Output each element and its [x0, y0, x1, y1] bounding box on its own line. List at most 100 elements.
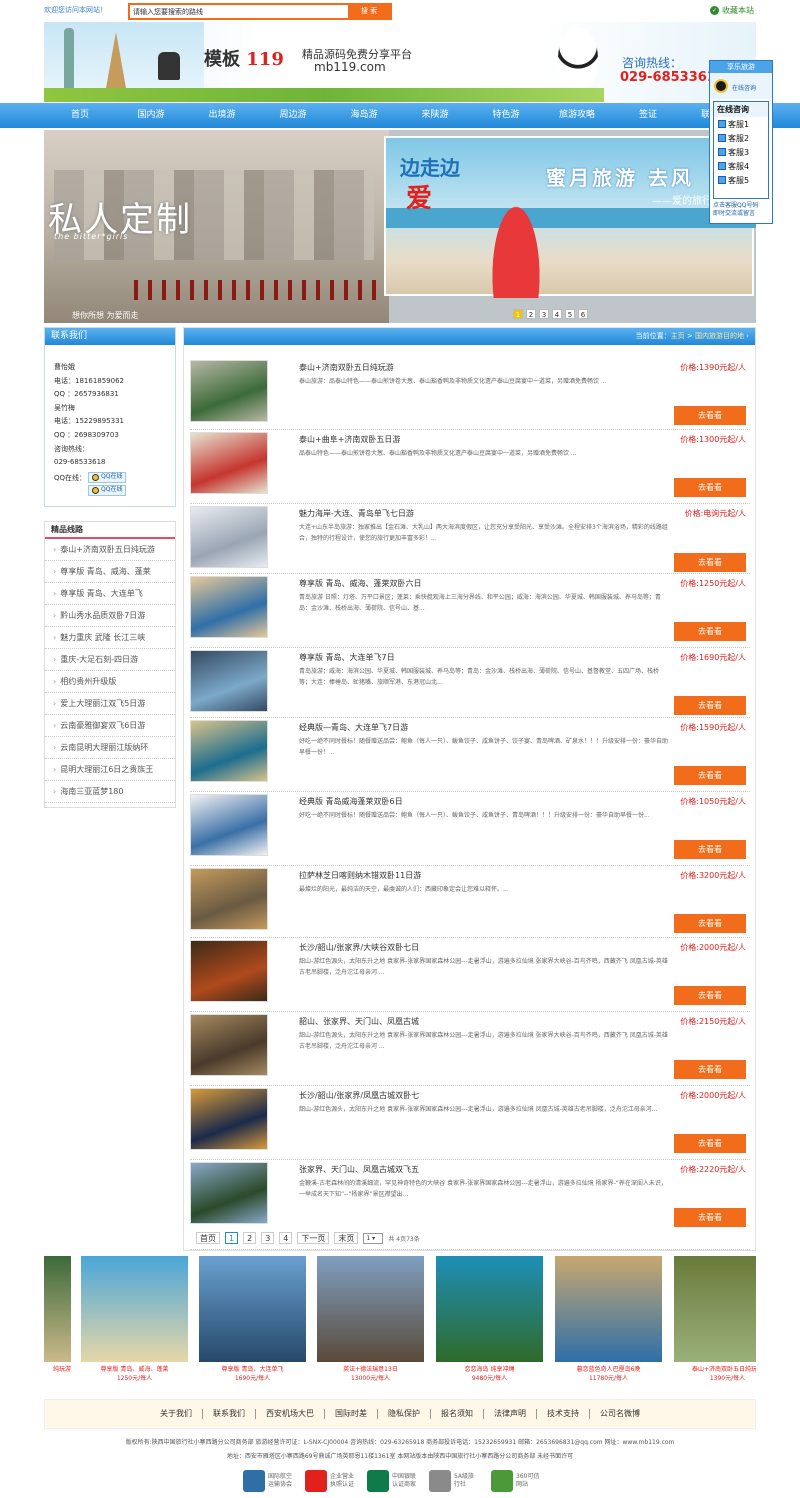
gallery-item[interactable]: 恋恋海岛 纯享冲绳 9480元/每人 [436, 1256, 543, 1382]
view-details-button[interactable]: 去看看 [674, 1208, 746, 1227]
product-title[interactable]: 长沙/韶山/张家界/凤凰古城双卧七 [299, 1090, 629, 1101]
gallery-item[interactable]: 暮恋蓝色奇人巴厘岛6晚 11780元/每人 [555, 1256, 662, 1382]
gallery-name[interactable]: 纯玩游 [44, 1364, 71, 1373]
gallery-item[interactable]: 尊享版 青岛、大连单飞 1690元/每人 [199, 1256, 306, 1382]
footer-link[interactable]: 联系我们 [203, 1409, 256, 1419]
product-title[interactable]: 韶山、张家界、天门山、凤凰古城 [299, 1016, 629, 1027]
gallery-item[interactable]: 泰山+济南双卧五日纯玩游 1390元/每人 [674, 1256, 756, 1382]
gallery-item[interactable]: 纯玩游 [44, 1256, 71, 1373]
gallery-image[interactable] [317, 1256, 424, 1362]
page-number[interactable]: 1 [225, 1232, 239, 1244]
gallery-image[interactable] [674, 1256, 756, 1362]
qq-agent[interactable]: 客服4 [714, 159, 768, 173]
nav-item-shaanxi[interactable]: 来陕游 [400, 103, 470, 128]
view-details-button[interactable]: 去看看 [674, 478, 746, 497]
nav-item-special[interactable]: 特色游 [471, 103, 541, 128]
breadcrumb-current[interactable]: 国内旅游目的地 [695, 332, 744, 340]
product-thumbnail[interactable] [190, 650, 268, 712]
view-details-button[interactable]: 去看看 [674, 914, 746, 933]
gallery-name[interactable]: 尊享版 青岛、威海、蓬莱 [81, 1364, 188, 1373]
route-link[interactable]: 云南豪雅御宴双飞6日游 [45, 715, 175, 737]
footer-link[interactable]: 国际时差 [325, 1409, 378, 1419]
qq-chat-button[interactable]: QQ在线 [88, 471, 127, 483]
product-thumbnail[interactable] [190, 794, 268, 856]
nav-item-home[interactable]: 首页 [45, 103, 115, 128]
product-thumbnail[interactable] [190, 432, 268, 494]
hero-slider[interactable]: 私人定制 the bitter*girls 想你所想 为爱而走 边走边 爱 蜜月… [44, 130, 756, 323]
footer-link[interactable]: 西安机场大巴 [256, 1409, 325, 1419]
page-first[interactable]: 首页 [196, 1232, 220, 1244]
route-link[interactable]: 泰山+济南双卧五日纯玩游 [45, 539, 175, 561]
product-thumbnail[interactable] [190, 868, 268, 930]
product-thumbnail[interactable] [190, 360, 268, 422]
trust-badge[interactable]: 中国银联 认证商家 [367, 1468, 419, 1494]
product-title[interactable]: 泰山+曲阜+济南双卧五日游 [299, 434, 629, 445]
gallery-image[interactable] [199, 1256, 306, 1362]
nav-item-island[interactable]: 海岛游 [329, 103, 399, 128]
product-title[interactable]: 张家界、天门山、凤凰古城双飞五 [299, 1164, 629, 1175]
view-details-button[interactable]: 去看看 [674, 1134, 746, 1153]
qq-agent[interactable]: 客服5 [714, 173, 768, 187]
product-title[interactable]: 尊享版 青岛、威海、蓬莱双卧六日 [299, 578, 629, 589]
slider-page[interactable]: 3 [539, 309, 549, 319]
route-link[interactable]: 相约贵州升级版 [45, 671, 175, 693]
product-thumbnail[interactable] [190, 1088, 268, 1150]
view-details-button[interactable]: 去看看 [674, 406, 746, 425]
route-link[interactable]: 尊享版 青岛、威海、蓬莱 [45, 561, 175, 583]
page-number[interactable]: 2 [243, 1232, 257, 1244]
trust-badge[interactable]: 5A级旅 行社 [429, 1468, 481, 1494]
product-title[interactable]: 尊享版 青岛、大连单飞7日 [299, 652, 629, 663]
product-thumbnail[interactable] [190, 1014, 268, 1076]
gallery-name[interactable]: 暮恋蓝色奇人巴厘岛6晚 [555, 1364, 662, 1373]
search-input[interactable] [131, 6, 349, 17]
product-thumbnail[interactable] [190, 506, 268, 568]
route-link[interactable]: 云南昆明大理丽江版纳环 [45, 737, 175, 759]
view-details-button[interactable]: 去看看 [674, 553, 746, 572]
product-title[interactable]: 经典版—青岛、大连单飞7日游 [299, 722, 629, 733]
gallery-image[interactable] [81, 1256, 188, 1362]
breadcrumb-home[interactable]: 主页 [671, 332, 685, 340]
product-title[interactable]: 魅力海岸-大连、青岛单飞七日游 [299, 508, 629, 519]
route-link[interactable]: 重庆-大足石刻-四日游 [45, 649, 175, 671]
gallery-image[interactable] [555, 1256, 662, 1362]
gallery-image[interactable] [44, 1256, 71, 1362]
view-details-button[interactable]: 去看看 [674, 696, 746, 715]
slider-page[interactable]: 2 [526, 309, 536, 319]
gallery-item[interactable]: 英法+德法瑞意13日 13000元/每人 [317, 1256, 424, 1382]
gallery-name[interactable]: 尊享版 青岛、大连单飞 [199, 1364, 306, 1373]
page-select[interactable]: 1 ▾ [363, 1232, 384, 1244]
qq-chat-button[interactable]: QQ在线 [88, 484, 127, 496]
footer-link[interactable]: 关于我们 [150, 1409, 203, 1419]
view-details-button[interactable]: 去看看 [674, 1060, 746, 1079]
nav-item-outbound[interactable]: 出境游 [187, 103, 257, 128]
page-number[interactable]: 4 [279, 1232, 293, 1244]
page-next[interactable]: 下一页 [297, 1232, 330, 1244]
nav-item-domestic[interactable]: 国内游 [116, 103, 186, 128]
footer-link[interactable]: 技术支持 [537, 1409, 590, 1419]
route-link[interactable]: 海南三亚蓝梦180 [45, 781, 175, 803]
gallery-name[interactable]: 泰山+济南双卧五日纯玩游 [674, 1364, 756, 1373]
gallery-name[interactable]: 恋恋海岛 纯享冲绳 [436, 1364, 543, 1373]
route-link[interactable]: 爱上大理丽江双飞5日游 [45, 693, 175, 715]
trust-badge[interactable]: 360可信 网站 [491, 1468, 543, 1494]
view-details-button[interactable]: 去看看 [674, 622, 746, 641]
gallery-name[interactable]: 英法+德法瑞意13日 [317, 1364, 424, 1373]
gallery-item[interactable]: 尊享版 青岛、威海、蓬莱 1250元/每人 [81, 1256, 188, 1382]
footer-link[interactable]: 公司名微博 [590, 1409, 650, 1419]
nav-item-nearby[interactable]: 周边游 [258, 103, 328, 128]
page-number[interactable]: 3 [261, 1232, 275, 1244]
slider-page[interactable]: 4 [552, 309, 562, 319]
route-link[interactable]: 昆明大理丽江6日之贵族王 [45, 759, 175, 781]
product-thumbnail[interactable] [190, 576, 268, 638]
footer-link[interactable]: 报名须知 [431, 1409, 484, 1419]
slider-page[interactable]: 6 [578, 309, 588, 319]
footer-link[interactable]: 法律声明 [484, 1409, 537, 1419]
qq-agent[interactable]: 客服3 [714, 145, 768, 159]
favorite-link[interactable]: ✓ 收藏本站 [710, 5, 754, 16]
qq-agent[interactable]: 客服2 [714, 131, 768, 145]
slider-page[interactable]: 5 [565, 309, 575, 319]
product-title[interactable]: 经典版 青岛威海蓬莱双卧6日 [299, 796, 629, 807]
trust-badge[interactable]: 国际航空 运输协会 [243, 1468, 295, 1494]
search-button[interactable]: 搜 索 [348, 5, 390, 18]
qq-agent[interactable]: 客服1 [714, 117, 768, 131]
